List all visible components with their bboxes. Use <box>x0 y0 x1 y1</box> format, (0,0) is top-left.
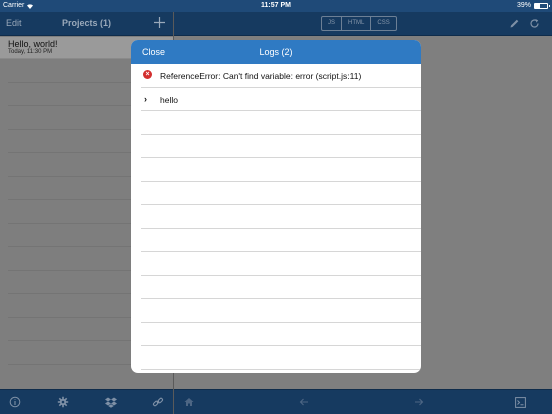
error-icon: × <box>143 70 152 79</box>
log-entry-error[interactable]: × ReferenceError: Can't find variable: e… <box>141 64 421 88</box>
empty-row <box>141 229 421 252</box>
sidebar-toolbar <box>0 389 173 414</box>
logs-modal-title: Logs (2) <box>259 47 293 57</box>
link-icon[interactable] <box>152 396 164 408</box>
empty-row <box>141 158 421 182</box>
dropbox-icon[interactable] <box>105 396 117 408</box>
refresh-icon[interactable] <box>529 18 540 29</box>
status-time: 11:57 PM <box>261 2 291 9</box>
home-icon[interactable] <box>184 397 194 407</box>
logs-modal: Close Logs (2) × ReferenceError: Can't f… <box>131 40 421 373</box>
editor-navbar: JS HTML CSS <box>174 12 552 36</box>
battery-level <box>535 3 540 8</box>
back-arrow-icon[interactable] <box>299 397 309 407</box>
battery-icon <box>534 2 550 9</box>
empty-row <box>141 135 421 158</box>
tab-html[interactable]: HTML <box>342 17 372 30</box>
empty-row <box>141 111 421 135</box>
add-project-button[interactable] <box>154 13 165 33</box>
empty-row <box>141 323 421 346</box>
language-tabs: JS HTML CSS <box>321 16 397 31</box>
empty-row <box>141 182 421 205</box>
tab-css[interactable]: CSS <box>371 17 395 30</box>
forward-arrow-icon[interactable] <box>414 397 424 407</box>
status-right: 39% <box>516 2 550 9</box>
status-bar: Carrier 11:57 PM 39% <box>0 0 552 12</box>
log-entry-text: hello <box>160 94 178 105</box>
info-icon[interactable] <box>9 396 21 408</box>
sidebar-title: Projects (1) <box>61 18 112 28</box>
console-icon[interactable] <box>515 397 526 408</box>
empty-row <box>141 370 421 374</box>
sidebar-navbar: Edit Projects (1) <box>0 12 173 36</box>
empty-row <box>141 276 421 299</box>
log-entry-log[interactable]: › hello <box>141 88 421 111</box>
logs-modal-header: Close Logs (2) <box>131 40 421 64</box>
gear-icon[interactable] <box>57 396 69 408</box>
pencil-icon[interactable] <box>509 18 520 29</box>
empty-row <box>141 205 421 229</box>
log-entry-text: ReferenceError: Can't find variable: err… <box>160 71 362 81</box>
battery-percent: 39% <box>516 2 531 9</box>
chevron-right-icon: › <box>144 93 147 104</box>
empty-row <box>141 252 421 276</box>
tab-js[interactable]: JS <box>322 17 343 30</box>
empty-row <box>141 346 421 370</box>
empty-row <box>141 299 421 323</box>
editor-toolbar <box>174 389 552 414</box>
plus-icon <box>154 17 165 28</box>
